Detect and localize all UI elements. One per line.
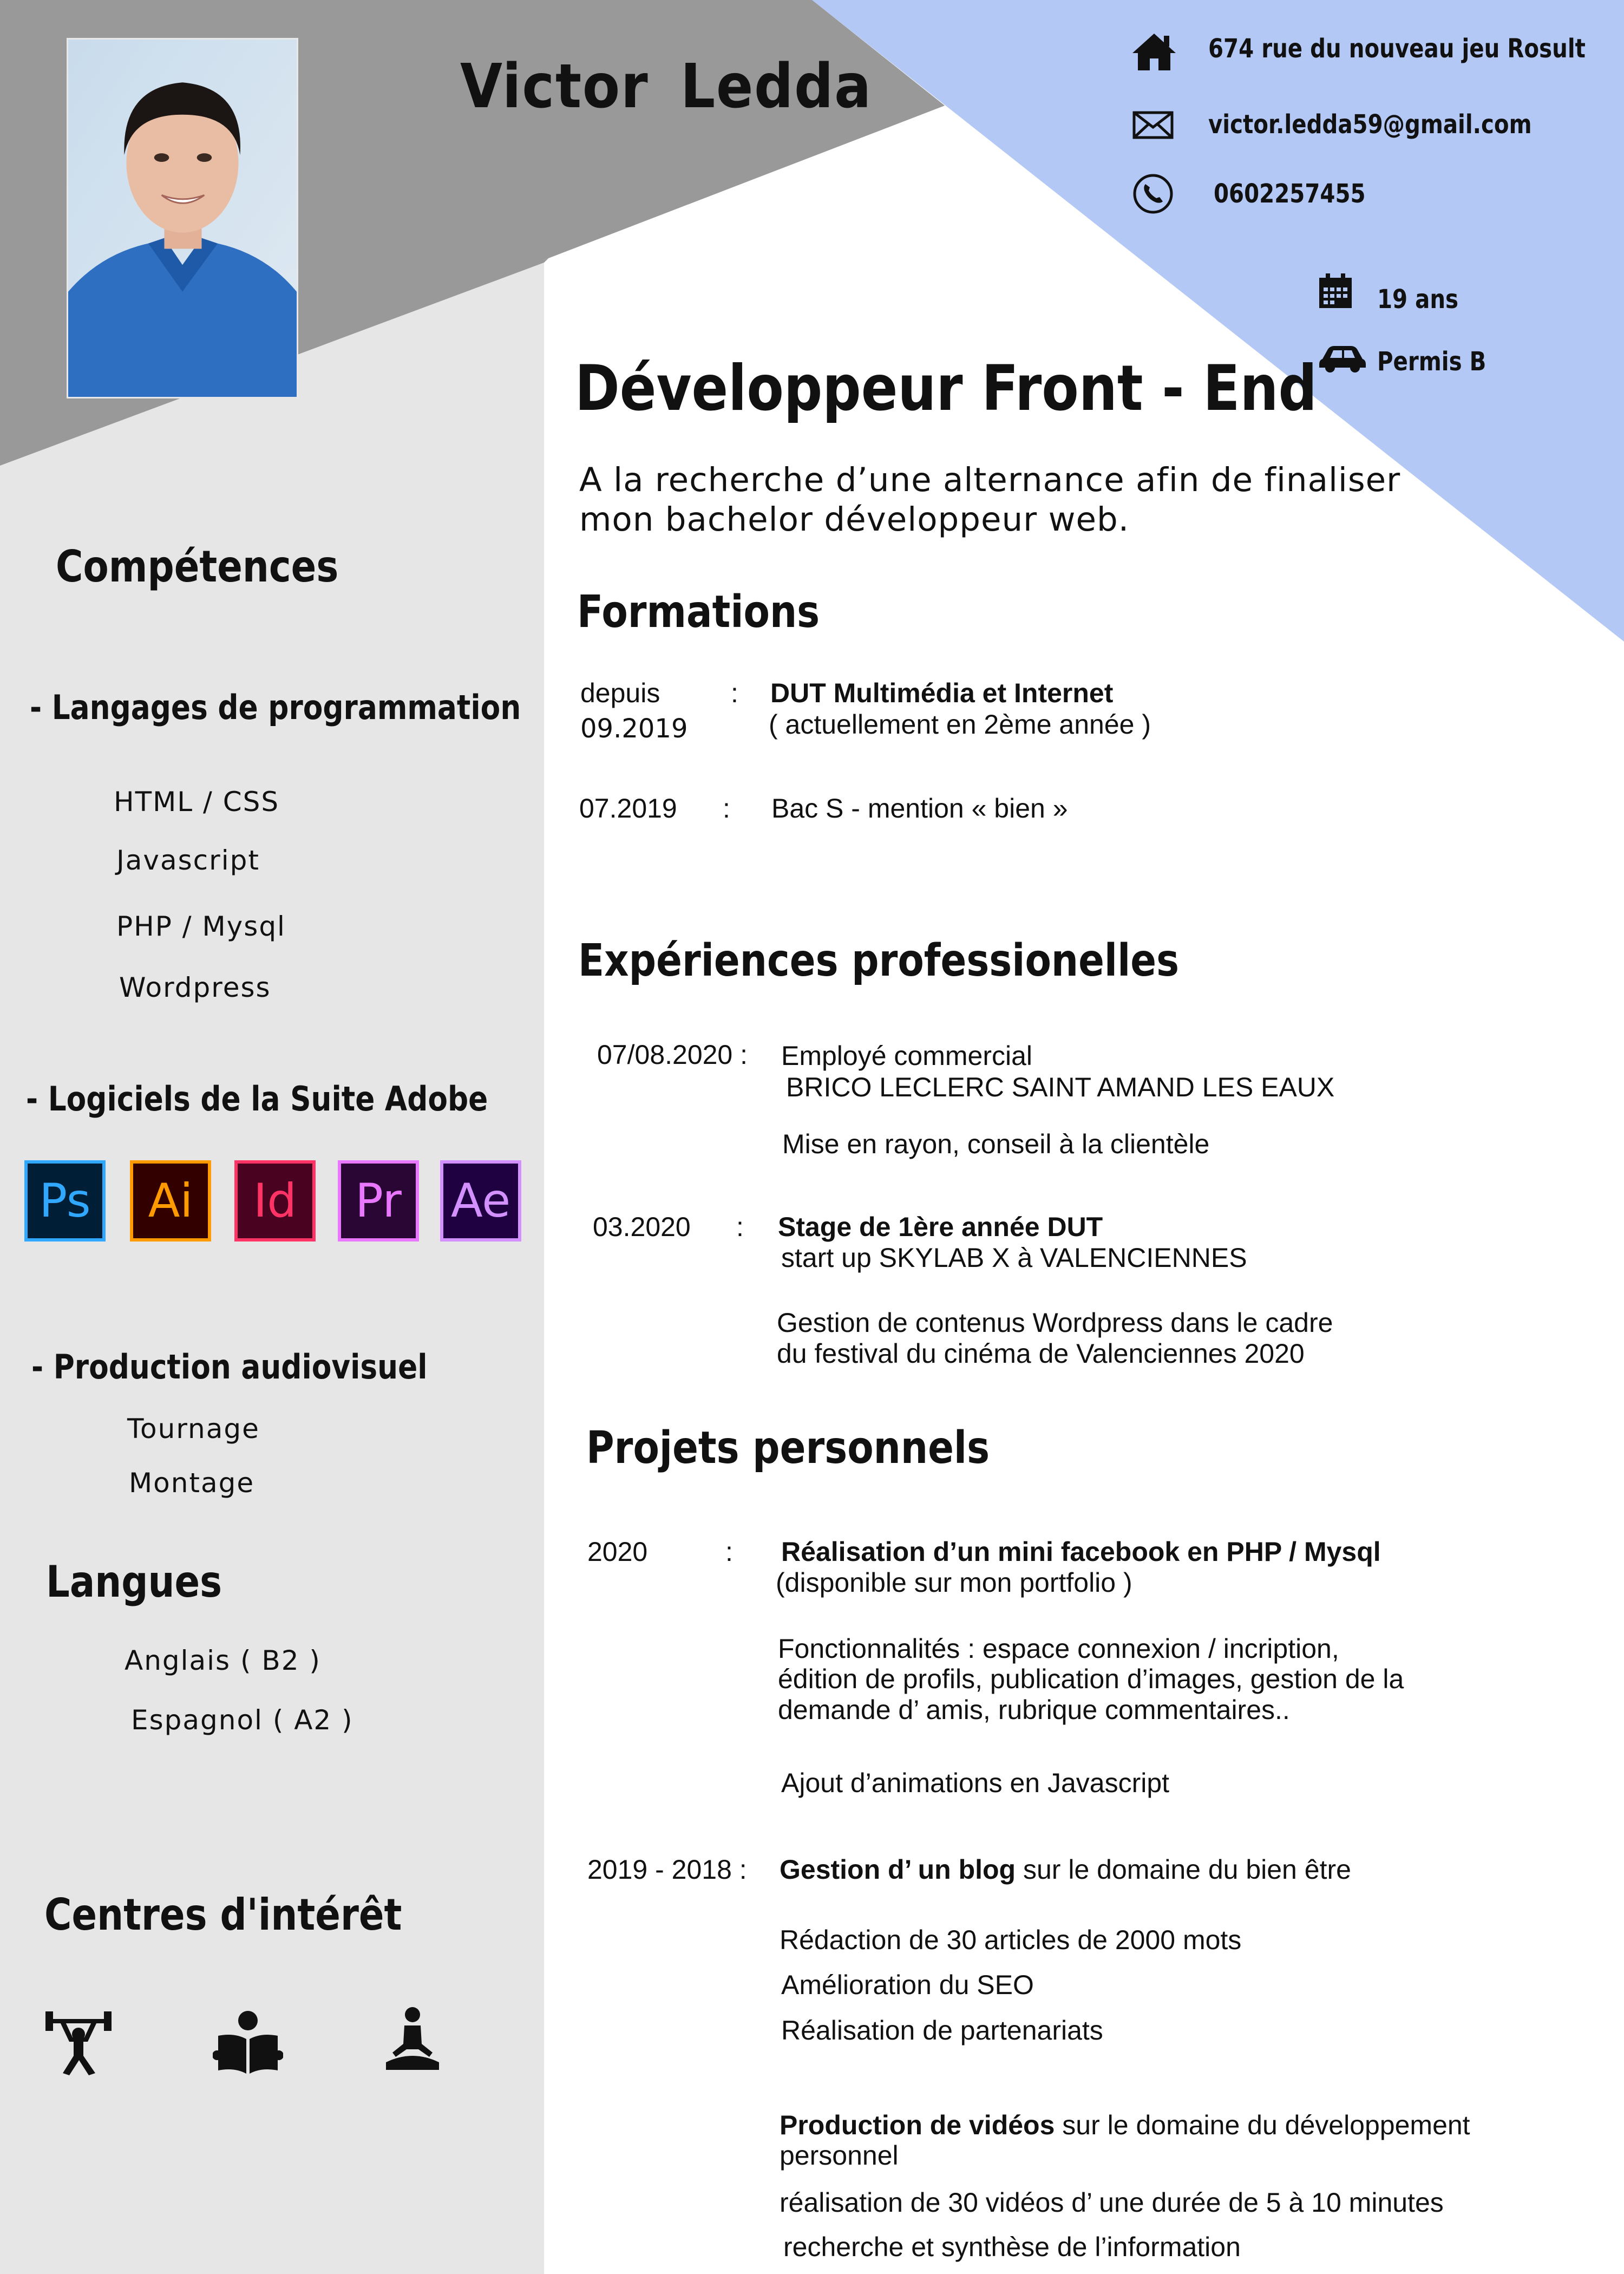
project-description: recherche et synthèse de l’information [783, 2232, 1241, 2262]
profile-photo [67, 38, 298, 398]
formation-title: Bac S - mention « bien » [771, 793, 1068, 824]
experience-date: 07/08.2020 : [597, 1040, 748, 1070]
candidate-name: Victor Ledda [460, 51, 872, 122]
experience-description: Gestion de contenus Wordpress dans le ca… [777, 1308, 1333, 1338]
premiere-icon: Pr [338, 1160, 419, 1241]
indesign-icon: Id [234, 1160, 316, 1241]
projects-heading: Projets personnels [586, 1422, 990, 1474]
project-title-bold: Gestion d’ un blog [780, 1854, 1016, 1885]
languages-heading: Langues [46, 1557, 222, 1607]
experience-description: du festival du cinéma de Valenciennes 20… [777, 1338, 1305, 1369]
job-title: Développeur Front - End [575, 352, 1317, 425]
experience-company: start up SKYLAB X à VALENCIENNES [781, 1243, 1247, 1273]
project-date: 2020 [587, 1537, 648, 1567]
skill-item: Wordpress [119, 972, 271, 1003]
car-icon [1318, 344, 1367, 373]
project-description: Fonctionnalités : espace connexion / inc… [778, 1633, 1339, 1664]
project-description: demande d’ amis, rubrique commentaires.. [778, 1695, 1290, 1725]
after-effects-icon: Ae [440, 1160, 521, 1241]
project-description: Amélioration du SEO [781, 1970, 1034, 2000]
reading-icon [213, 2010, 283, 2075]
separator: : [725, 1537, 733, 1567]
license-text: Permis B [1377, 347, 1487, 377]
phone-text: 0602257455 [1214, 179, 1366, 209]
tagline-line: A la recherche d’une alternance afin de … [579, 461, 1401, 499]
project-description: réalisation de 30 vidéos d’ une durée de… [780, 2187, 1444, 2218]
language-item: Anglais ( B2 ) [125, 1645, 321, 1676]
skills-heading: Compétences [56, 541, 339, 592]
project-subtitle: (disponible sur mon portfolio ) [776, 1567, 1132, 1598]
interests-heading: Centres d'intérêt [44, 1890, 402, 1940]
project-title: Production de vidéos sur le domaine du d… [780, 2110, 1470, 2141]
project-title-bold: Production de vidéos [780, 2110, 1055, 2140]
experience-date: 03.2020 [593, 1212, 691, 1242]
skill-item: HTML / CSS [114, 786, 280, 818]
skill-item: Montage [129, 1467, 255, 1499]
home-icon [1131, 32, 1177, 71]
formation-detail: ( actuellement en 2ème année ) [769, 709, 1151, 740]
photoshop-icon: Ps [24, 1160, 106, 1241]
address-text: 674 rue du nouveau jeu Rosult [1208, 34, 1586, 64]
formation-date: 09.2019 [580, 714, 688, 744]
skill-item: Tournage [127, 1413, 260, 1445]
project-title-rest: sur le domaine du bien être [1016, 1854, 1351, 1885]
language-item: Espagnol ( A2 ) [131, 1704, 353, 1736]
project-title: Gestion d’ un blog sur le domaine du bie… [780, 1854, 1351, 1885]
formation-date: depuis [580, 678, 660, 708]
skill-item: PHP / Mysql [116, 911, 286, 942]
separator: : [731, 678, 738, 708]
experience-title: Employé commercial [781, 1041, 1033, 1071]
adobe-heading: - Logiciels de la Suite Adobe [26, 1079, 488, 1119]
meditation-icon [383, 2006, 442, 2073]
illustrator-icon: Ai [130, 1160, 211, 1241]
calendar-icon [1318, 273, 1353, 309]
project-description: Réalisation de partenariats [781, 2015, 1103, 2046]
audiovisual-heading: - Production audiovisuel [31, 1347, 428, 1387]
experiences-heading: Expériences professionelles [578, 935, 1180, 986]
age-text: 19 ans [1377, 284, 1459, 315]
project-date: 2019 - 2018 : [587, 1854, 747, 1885]
separator: : [736, 1212, 744, 1242]
skill-item: Javascript [116, 845, 260, 876]
mail-icon [1132, 111, 1174, 139]
tagline: A la recherche d’une alternance afin de … [579, 460, 1400, 539]
formations-heading: Formations [577, 586, 820, 638]
project-description: édition de profils, publication d’images… [778, 1664, 1404, 1694]
experience-title: Stage de 1ère année DUT [778, 1212, 1103, 1242]
email-link[interactable]: victor.ledda59@gmail.com [1208, 109, 1532, 140]
project-title-rest: sur le domaine du développement [1055, 2110, 1470, 2140]
experience-company: BRICO LECLERC SAINT AMAND LES EAUX [786, 1072, 1335, 1102]
formation-date: 07.2019 [579, 793, 677, 824]
separator: : [723, 793, 730, 824]
project-description: Rédaction de 30 articles de 2000 mots [780, 1925, 1242, 1955]
formation-title: DUT Multimédia et Internet [770, 678, 1114, 708]
project-title-line2: personnel [780, 2140, 899, 2171]
programming-heading: - Langages de programmation [30, 688, 521, 727]
phone-icon [1132, 173, 1174, 214]
project-description: Ajout d’animations en Javascript [781, 1768, 1170, 1798]
tagline-line: mon bachelor développeur web. [579, 500, 1130, 539]
experience-description: Mise en rayon, conseil à la clientèle [782, 1129, 1210, 1159]
weightlifting-icon [43, 2006, 114, 2076]
project-title: Réalisation d’un mini facebook en PHP / … [781, 1537, 1381, 1567]
